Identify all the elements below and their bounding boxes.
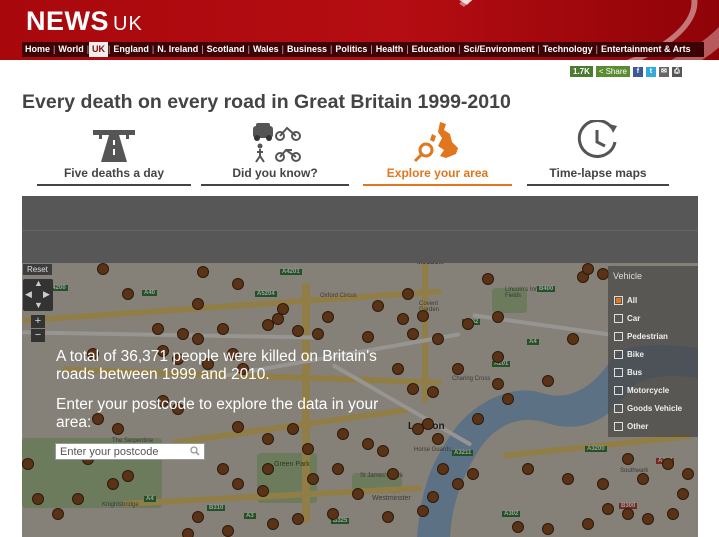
logo-main: NEWS bbox=[26, 6, 109, 36]
print-icon[interactable]: ⎙ bbox=[671, 66, 682, 77]
nav-item-health[interactable]: Health bbox=[373, 42, 407, 57]
vehicle-checkbox[interactable] bbox=[614, 386, 623, 395]
share-count: 1.7K bbox=[570, 66, 593, 77]
main-nav: Home | World | UK | England | N. Ireland | Scotlan… bbox=[22, 42, 704, 57]
map-pan-control[interactable]: ▲ ◀ ▶ ▼ bbox=[23, 278, 53, 311]
nav-item-england[interactable]: England bbox=[110, 42, 152, 57]
share-label: Share bbox=[605, 67, 627, 76]
share-bar: 1.7K < Share f t ✉ ⎙ bbox=[570, 66, 682, 77]
site-banner: NEWS UK Home | World | UK | England | N. Ireland |… bbox=[0, 0, 719, 60]
nav-item-n-ireland[interactable]: N. Ireland bbox=[154, 42, 201, 57]
tab-did-you-know[interactable]: Did you know? bbox=[201, 118, 349, 186]
vehicle-option-pedestrian[interactable]: Pedestrian bbox=[614, 332, 668, 341]
nav-item-wales[interactable]: Wales bbox=[250, 42, 282, 57]
info-prompt-line-2: area: bbox=[56, 414, 92, 431]
search-icon[interactable] bbox=[190, 446, 200, 456]
nav-item-technology[interactable]: Technology bbox=[540, 42, 596, 57]
zoom-in-button[interactable]: + bbox=[31, 315, 45, 328]
tab-label: Five deaths a day bbox=[63, 166, 165, 180]
road-deaths-map[interactable]: A4201 A5204 A40 A4 B482 B400 A3211 A3200… bbox=[22, 196, 698, 537]
tab-time-lapse[interactable]: Time-lapse maps bbox=[527, 118, 669, 186]
vehicle-option-motorcycle[interactable]: Motorcycle bbox=[614, 386, 669, 395]
vehicle-checkbox[interactable] bbox=[614, 368, 623, 377]
info-prompt-line: Enter your postcode to explore the data … bbox=[56, 396, 379, 413]
tab-label: Explore your area bbox=[386, 166, 489, 180]
map-reset-button[interactable]: Reset bbox=[23, 264, 52, 275]
vehicle-option-label: All bbox=[627, 296, 638, 305]
share-button[interactable]: < Share bbox=[595, 66, 630, 77]
facebook-icon[interactable]: f bbox=[632, 66, 643, 77]
nav-item-education[interactable]: Education bbox=[409, 42, 459, 57]
vehicle-filter-title: Vehicle bbox=[613, 271, 643, 281]
nav-item-entertainment-arts[interactable]: Entertainment & Arts bbox=[598, 42, 694, 57]
vehicle-option-bike[interactable]: Bike bbox=[614, 350, 644, 359]
vehicle-filter-panel: Vehicle All Car Pedestrian Bike Bus Motorcycl… bbox=[608, 266, 698, 437]
nav-item-scotland[interactable]: Scotland bbox=[204, 42, 248, 57]
nav-item-uk[interactable]: UK bbox=[89, 42, 109, 57]
vehicle-option-label: Bike bbox=[627, 350, 644, 359]
info-total-line-2: roads between 1999 and 2010. bbox=[56, 366, 270, 383]
twitter-icon[interactable]: t bbox=[645, 66, 656, 77]
tab-five-deaths[interactable]: Five deaths a day bbox=[37, 118, 191, 186]
tab-label: Time-lapse maps bbox=[549, 166, 647, 180]
vehicle-option-label: Goods Vehicle bbox=[627, 404, 683, 413]
news-logo[interactable]: NEWS UK bbox=[26, 6, 143, 37]
nav-item-politics[interactable]: Politics bbox=[332, 42, 370, 57]
logo-sub: UK bbox=[113, 13, 143, 35]
vehicle-option-label: Motorcycle bbox=[627, 386, 670, 395]
vehicle-option-label: Bus bbox=[627, 368, 643, 377]
vehicle-option-label: Pedestrian bbox=[627, 332, 668, 341]
nav-item-business[interactable]: Business bbox=[284, 42, 330, 57]
pan-right-icon[interactable]: ▶ bbox=[43, 289, 50, 300]
vehicle-checkbox[interactable] bbox=[614, 332, 623, 341]
zoom-out-button[interactable]: − bbox=[31, 329, 45, 342]
pan-down-icon[interactable]: ▼ bbox=[34, 300, 43, 310]
clock-icon bbox=[577, 120, 617, 158]
vehicle-checkbox[interactable] bbox=[614, 404, 623, 413]
vehicle-checkbox[interactable] bbox=[614, 296, 623, 305]
info-total-line: A total of 36,371 people were killed on … bbox=[56, 348, 377, 365]
vehicle-option-car[interactable]: Car bbox=[614, 314, 640, 323]
vehicle-checkbox[interactable] bbox=[614, 314, 623, 323]
page-title: Every death on every road in Great Brita… bbox=[22, 91, 511, 113]
vehicle-option-label: Other bbox=[627, 422, 649, 431]
motorway-icon bbox=[93, 130, 135, 162]
share-icon: < bbox=[598, 67, 604, 76]
nav-item-home[interactable]: Home bbox=[22, 42, 53, 57]
vehicle-option-goods-vehicle[interactable]: Goods Vehicle bbox=[614, 404, 682, 413]
vehicle-checkbox[interactable] bbox=[614, 350, 623, 359]
postcode-input[interactable] bbox=[55, 443, 205, 460]
vehicle-option-label: Car bbox=[627, 314, 641, 323]
vehicle-checkbox[interactable] bbox=[614, 422, 623, 431]
vehicle-option-all[interactable]: All bbox=[614, 296, 637, 305]
nav-item-sci-environment[interactable]: Sci/Environment bbox=[460, 42, 537, 57]
tab-explore-area[interactable]: Explore your area bbox=[363, 118, 512, 186]
pan-left-icon[interactable]: ◀ bbox=[25, 289, 32, 300]
vehicles-icon bbox=[253, 123, 301, 163]
map-header-bar bbox=[22, 196, 698, 263]
pan-up-icon[interactable]: ▲ bbox=[34, 278, 43, 288]
nav-item-world[interactable]: World bbox=[55, 42, 86, 57]
email-icon[interactable]: ✉ bbox=[658, 66, 669, 77]
vehicle-option-other[interactable]: Other bbox=[614, 422, 648, 431]
vehicle-option-bus[interactable]: Bus bbox=[614, 368, 642, 377]
tab-label: Did you know? bbox=[232, 166, 318, 180]
uk-map-search-icon bbox=[413, 122, 458, 163]
